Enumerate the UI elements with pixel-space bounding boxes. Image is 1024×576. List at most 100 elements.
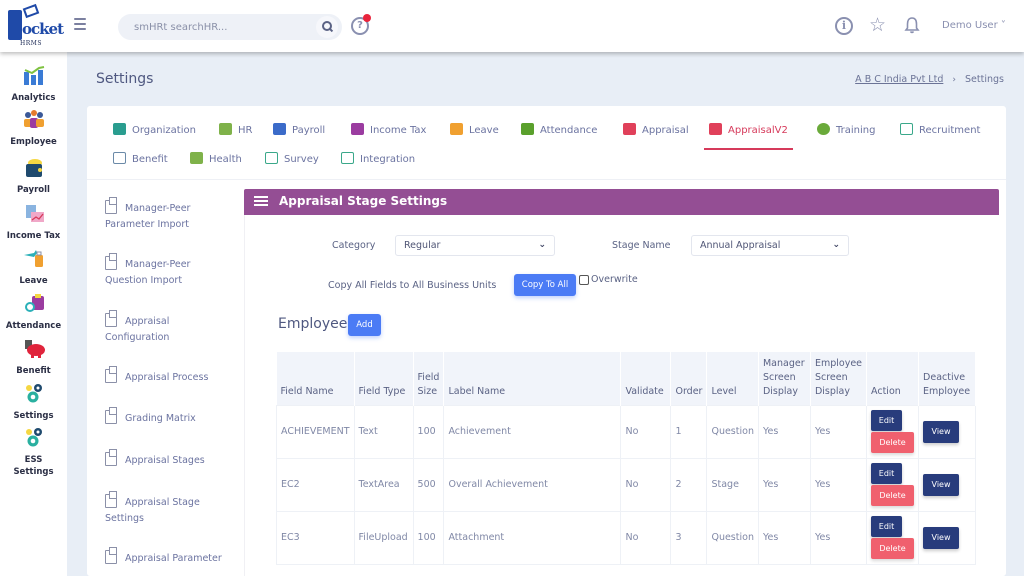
category-label: Category: [332, 240, 376, 251]
menu-toggle-icon[interactable]: [74, 18, 86, 30]
col-action: Action: [866, 352, 920, 405]
copy-all-fields-label: Copy All Fields to All Business Units: [328, 280, 497, 291]
delete-button[interactable]: Delete: [871, 432, 915, 453]
tab-organization[interactable]: Organization: [113, 116, 196, 146]
user-menu[interactable]: Demo User ˅: [942, 20, 1006, 31]
tab-health[interactable]: Health: [190, 145, 242, 175]
payroll-tab-icon: [273, 123, 286, 135]
col-field-type: Field Type: [354, 352, 414, 405]
overwrite-checkbox[interactable]: [579, 275, 589, 285]
benefit-tab-icon: [113, 152, 126, 164]
rail-label: Payroll: [17, 185, 50, 195]
tab-label: Organization: [132, 125, 196, 136]
tab-label: Health: [209, 154, 242, 165]
rail-label: Leave: [19, 276, 48, 286]
tab-payroll[interactable]: Payroll: [273, 116, 325, 146]
settings-icon: [25, 384, 42, 403]
rail-label: Income Tax: [6, 231, 61, 241]
side-item-grading-matrix[interactable]: Grading Matrix: [105, 407, 235, 427]
tab-survey[interactable]: Survey: [265, 145, 319, 175]
side-item-manager-peer-parameter-import[interactable]: Manager-Peer Parameter Import: [105, 197, 235, 233]
rail-label: Attendance: [5, 321, 62, 331]
col-level: Level: [706, 352, 759, 405]
delete-button[interactable]: Delete: [871, 485, 915, 506]
copy-to-all-button[interactable]: Copy To All: [514, 274, 576, 296]
tab-benefit[interactable]: Benefit: [113, 145, 168, 175]
bell-icon[interactable]: [904, 16, 920, 34]
tab-appraisal[interactable]: Appraisal: [623, 116, 689, 146]
training-icon: [817, 123, 830, 135]
tab-income-tax[interactable]: Income Tax: [351, 116, 426, 146]
tab-training[interactable]: Training: [817, 116, 875, 146]
col-order: Order: [670, 352, 708, 405]
tab-appraisal-v2[interactable]: AppraisalV2: [704, 116, 793, 150]
col-employee-screen-display: Employee Screen Display: [810, 352, 868, 405]
side-item-appraisal-process[interactable]: Appraisal Process: [105, 366, 235, 386]
stage-name-label: Stage Name: [612, 240, 671, 251]
integration-icon: [341, 152, 354, 164]
view-button[interactable]: View: [923, 473, 960, 496]
rail-item-employee[interactable]: Employee: [0, 108, 67, 148]
side-item-label: Manager-Peer: [125, 259, 191, 270]
star-icon[interactable]: ☆: [869, 14, 886, 36]
view-button[interactable]: View: [923, 420, 960, 443]
edit-button[interactable]: Edit: [871, 463, 903, 484]
view-button[interactable]: View: [923, 526, 960, 549]
document-icon: [105, 449, 117, 466]
document-icon: [105, 547, 117, 564]
breadcrumb-company-link[interactable]: A B C India Pvt Ltd: [855, 74, 943, 85]
rail-item-attendance[interactable]: Attendance: [0, 292, 67, 332]
side-item-appraisal-stages[interactable]: Appraisal Stages: [105, 449, 235, 469]
delete-button[interactable]: Delete: [871, 538, 915, 559]
cell-field-size: 100: [412, 404, 445, 459]
rail-item-benefit[interactable]: Benefit: [0, 337, 67, 377]
side-item-appraisal-configuration[interactable]: Appraisal Configuration: [105, 310, 235, 346]
tab-label: HR: [238, 125, 253, 136]
tab-hr[interactable]: HR: [219, 116, 252, 146]
settings-tabs: Organization HR Payroll Income Tax Leave…: [87, 106, 1006, 180]
search-input[interactable]: [134, 19, 314, 35]
appraisal-stage-settings-panel: Appraisal Stage Settings Category Regula…: [244, 189, 999, 576]
info-icon[interactable]: i: [835, 17, 853, 35]
stage-name-select[interactable]: Annual Appraisal ⌄: [691, 235, 849, 256]
cell-employee-display: Yes: [809, 457, 868, 512]
rail-item-analytics[interactable]: Analytics: [0, 64, 67, 104]
side-item-appraisal-stage-settings[interactable]: Appraisal Stage Settings: [105, 491, 235, 527]
tab-recruitment[interactable]: Recruitment: [900, 116, 980, 146]
edit-button[interactable]: Edit: [871, 410, 903, 431]
rail-item-income-tax[interactable]: Income Tax: [0, 202, 67, 242]
tab-leave[interactable]: Leave: [450, 116, 499, 146]
cell-manager-display: Yes: [757, 510, 811, 565]
category-select[interactable]: Regular ⌄: [395, 235, 555, 256]
side-item-label-line2: Configuration: [105, 332, 170, 343]
tab-label: Recruitment: [919, 125, 981, 136]
cell-label-name: Attachment: [443, 510, 622, 565]
rail-item-leave[interactable]: Leave: [0, 247, 67, 287]
cell-field-name: ACHIEVEMENT: [276, 404, 355, 459]
cell-deactive: View: [918, 510, 977, 565]
appraisal-icon: [623, 123, 636, 135]
rail-label: Benefit: [16, 366, 51, 376]
tab-label: Leave: [469, 125, 499, 136]
tab-integration[interactable]: Integration: [341, 145, 415, 175]
notification-dot: [363, 14, 371, 22]
tab-label: Payroll: [292, 125, 326, 136]
rail-item-ess-settings[interactable]: ESS Settings: [0, 426, 67, 478]
chevron-down-icon: ⌄: [832, 240, 840, 250]
edit-button[interactable]: Edit: [871, 516, 903, 537]
rail-item-settings[interactable]: Settings: [0, 382, 67, 422]
pocket-hrms-logo[interactable]: ocket HRMS: [8, 3, 64, 48]
leave-tab-icon: [450, 123, 463, 135]
search-icon[interactable]: [316, 16, 338, 38]
rail-label: Settings: [13, 411, 54, 421]
document-icon: [105, 310, 117, 327]
rail-item-payroll[interactable]: Payroll: [0, 156, 67, 196]
side-item-appraisal-parameter[interactable]: Appraisal Parameter: [105, 547, 235, 567]
add-field-button[interactable]: Add: [348, 314, 381, 336]
cell-action: Edit Delete: [866, 457, 920, 512]
tab-attendance[interactable]: Attendance: [521, 116, 597, 146]
side-item-manager-peer-question-import[interactable]: Manager-Peer Question Import: [105, 253, 235, 289]
breadcrumb: A B C India Pvt Ltd › Settings: [855, 74, 1004, 85]
cell-employee-display: Yes: [809, 404, 868, 459]
employee-section-title: Employee: [278, 316, 348, 332]
